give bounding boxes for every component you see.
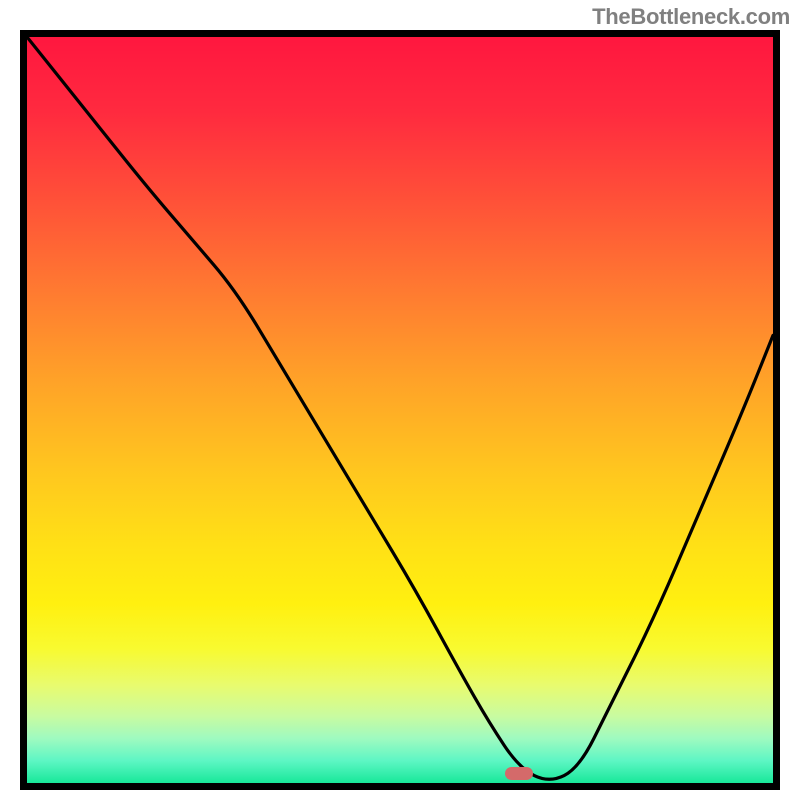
optimum-marker	[505, 767, 533, 780]
bottleneck-curve	[27, 37, 773, 783]
watermark-text: TheBottleneck.com	[592, 4, 790, 30]
plot-frame	[20, 30, 780, 790]
chart-container: TheBottleneck.com	[0, 0, 800, 800]
curve-path	[27, 37, 773, 779]
